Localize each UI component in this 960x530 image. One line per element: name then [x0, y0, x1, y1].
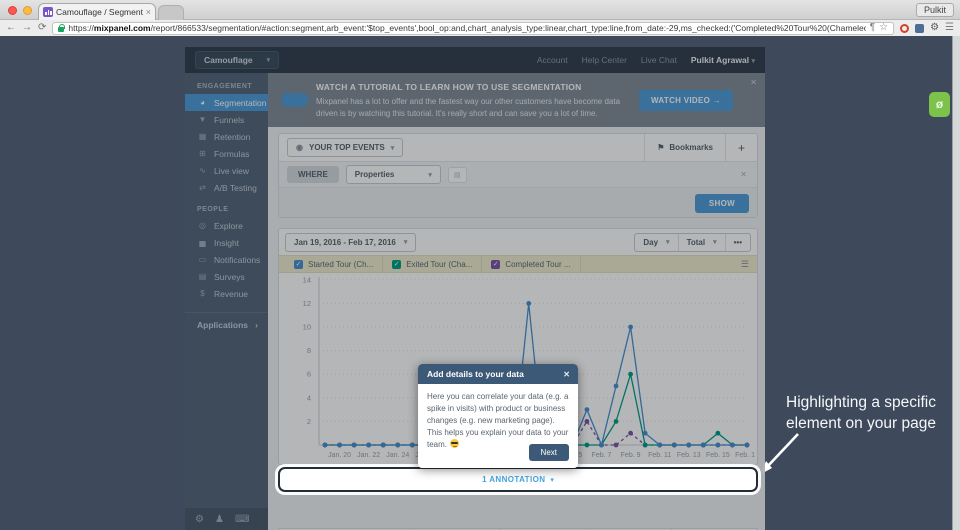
tab-close-icon[interactable]: ×	[146, 7, 151, 17]
extension-red-icon[interactable]	[900, 23, 910, 33]
back-button[interactable]: ←	[6, 23, 16, 33]
settings-gear-icon[interactable]: ⚙	[930, 23, 939, 33]
sunglasses-emoji-icon	[450, 439, 460, 448]
reload-button[interactable]: ⟳	[38, 23, 46, 33]
popup-body: Here you can correlate your data (e.g. a…	[427, 392, 569, 449]
star-bookmark-icon[interactable]: ☆	[879, 23, 888, 33]
url-text: https://mixpanel.com/report/866533/segme…	[68, 23, 865, 33]
extension-blue-icon[interactable]	[915, 23, 925, 33]
tab-title: Camouflage / Segmentatio	[56, 7, 143, 17]
browser-tab[interactable]: Camouflage / Segmentatio ×	[38, 3, 156, 20]
address-bar[interactable]: https://mixpanel.com/report/866533/segme…	[52, 21, 895, 35]
browser-menu-icon[interactable]: ☰	[945, 23, 954, 33]
forward-button[interactable]: →	[22, 23, 32, 33]
tour-popup: Add details to your data ✕ Here you can …	[418, 364, 578, 468]
next-button[interactable]: Next	[528, 444, 569, 461]
bookmark-glyph-icon[interactable]: ¶	[870, 23, 875, 33]
browser-profile-label[interactable]: Pulkit	[915, 3, 954, 17]
popup-title: Add details to your data	[427, 369, 524, 379]
minimize-window-button[interactable]	[23, 6, 32, 15]
https-padlock-icon	[58, 23, 66, 32]
chameleon-widget-button[interactable]: ø	[929, 92, 950, 117]
extension-icons: ⚙ ☰	[900, 23, 954, 33]
chevron-down-icon: ▾	[550, 476, 554, 484]
browser-chrome: Camouflage / Segmentatio × Pulkit ← → ⟳ …	[0, 0, 960, 36]
new-tab-button[interactable]	[158, 5, 184, 20]
mixpanel-favicon-icon	[43, 7, 53, 17]
annotations-bar[interactable]: 1 ANNOTATION ▾	[278, 467, 758, 492]
page-scrollbar[interactable]	[952, 36, 960, 530]
popup-close-icon[interactable]: ✕	[563, 370, 570, 379]
close-window-button[interactable]	[8, 6, 17, 15]
browser-titlebar: Camouflage / Segmentatio × Pulkit	[0, 0, 960, 20]
annotation-count-label: 1 ANNOTATION	[482, 475, 546, 484]
browser-toolbar: ← → ⟳ https://mixpanel.com/report/866533…	[0, 20, 960, 36]
